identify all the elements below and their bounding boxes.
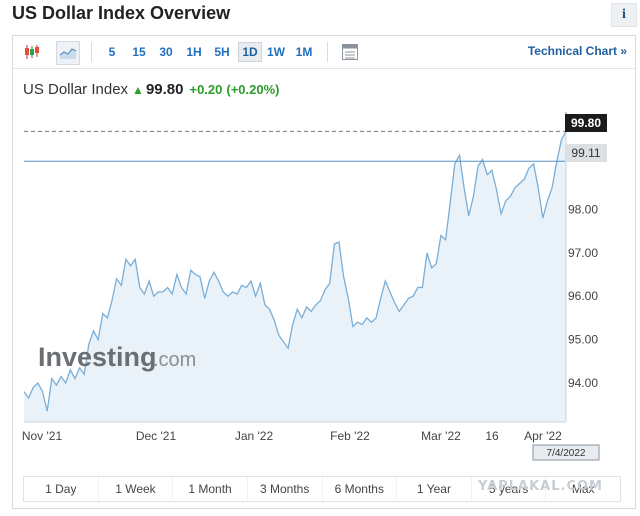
- y-tick-label: 95.00: [568, 333, 598, 347]
- site-watermark: YAPLAKAL.COM: [478, 479, 603, 494]
- watermark-suffix: .com: [153, 349, 196, 371]
- svg-text:99.80: 99.80: [571, 116, 601, 130]
- crosshair-date-tag: 7/4/2022: [532, 444, 600, 461]
- range-1-year[interactable]: 1 Year: [397, 477, 472, 501]
- x-tick-label: Dec '21: [136, 429, 177, 443]
- range-6-months[interactable]: 6 Months: [323, 477, 398, 501]
- x-tick-label: 16: [485, 429, 499, 443]
- y-tick-label: 96.00: [568, 289, 598, 303]
- x-tick-label: Apr '22: [524, 429, 562, 443]
- y-tick-label: 98.00: [568, 202, 598, 216]
- x-tick-label: Feb '22: [330, 429, 370, 443]
- reference-price-tag: 99.11: [565, 144, 607, 162]
- range-1-week[interactable]: 1 Week: [99, 477, 174, 501]
- x-tick-label: Nov '21: [22, 429, 63, 443]
- range-3-months[interactable]: 3 Months: [248, 477, 323, 501]
- svg-text:99.11: 99.11: [571, 146, 600, 160]
- range-1-month[interactable]: 1 Month: [173, 477, 248, 501]
- x-tick-label: Mar '22: [421, 429, 461, 443]
- x-tick-label: Jan '22: [235, 429, 274, 443]
- last-price-tag: 99.80: [565, 114, 607, 132]
- price-area: [24, 131, 566, 422]
- y-tick-label: 97.00: [568, 246, 598, 260]
- info-icon[interactable]: i: [611, 3, 637, 27]
- chart-panel: 5 15 30 1H 5H 1D 1W 1M Technical Chart »…: [12, 35, 636, 509]
- price-chart[interactable]: 94.00 95.00 96.00 97.00 98.00 Nov '21 Dec '21 J…: [13, 36, 635, 476]
- svg-text:7/4/2022: 7/4/2022: [547, 448, 586, 459]
- range-1-day[interactable]: 1 Day: [24, 477, 99, 501]
- y-tick-label: 94.00: [568, 376, 598, 390]
- watermark-brand: Investing: [38, 342, 157, 372]
- page-title: US Dollar Index Overview: [12, 3, 231, 23]
